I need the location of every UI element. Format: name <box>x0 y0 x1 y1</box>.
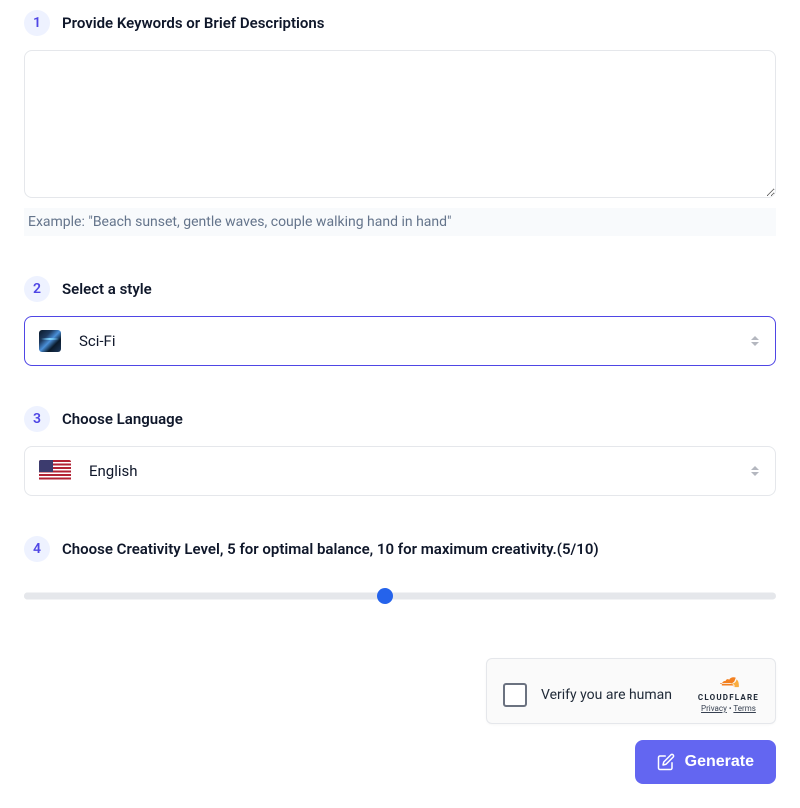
terms-link[interactable]: Terms <box>733 704 755 713</box>
keywords-example: Example: "Beach sunset, gentle waves, co… <box>24 208 776 236</box>
cloudflare-brand-text: CLOUDFLARE <box>698 693 759 702</box>
language-select-left: English <box>39 460 138 482</box>
cloudflare-links: Privacy • Terms <box>701 704 756 713</box>
step-1-label: Provide Keywords or Brief Descriptions <box>62 14 324 32</box>
generate-button-label: Generate <box>685 753 754 771</box>
generate-row: Generate <box>24 740 776 784</box>
slider-handle[interactable] <box>377 588 393 604</box>
style-thumbnail-icon <box>39 330 61 352</box>
step-4-label: Choose Creativity Level, 5 for optimal b… <box>62 540 599 558</box>
style-select[interactable]: Sci-Fi <box>24 316 776 366</box>
flag-us-icon <box>39 460 71 482</box>
captcha-row: Verify you are human CLOUDFLARE Privacy … <box>24 658 776 724</box>
captcha-widget: Verify you are human CLOUDFLARE Privacy … <box>486 658 776 724</box>
chevron-sort-icon <box>749 333 761 349</box>
step-4-number: 4 <box>24 536 50 562</box>
creativity-slider[interactable] <box>24 588 776 604</box>
cloudflare-brand: CLOUDFLARE Privacy • Terms <box>698 677 759 713</box>
step-3-number: 3 <box>24 406 50 432</box>
step-3-label: Choose Language <box>62 410 183 428</box>
step-4-header: 4 Choose Creativity Level, 5 for optimal… <box>24 536 776 562</box>
captcha-checkbox[interactable] <box>503 683 527 707</box>
edit-icon <box>657 753 675 771</box>
style-select-left: Sci-Fi <box>39 330 116 352</box>
step-1-number: 1 <box>24 10 50 36</box>
keywords-textarea-wrap <box>24 50 776 202</box>
step-3-header: 3 Choose Language <box>24 406 776 432</box>
keywords-textarea[interactable] <box>24 50 776 198</box>
privacy-link[interactable]: Privacy <box>701 704 727 713</box>
step-1-header: 1 Provide Keywords or Brief Descriptions <box>24 10 776 36</box>
captcha-label: Verify you are human <box>541 687 684 703</box>
step-2-header: 2 Select a style <box>24 276 776 302</box>
language-select-value: English <box>89 462 138 480</box>
chevron-sort-icon <box>749 463 761 479</box>
step-2-label: Select a style <box>62 280 152 298</box>
cloudflare-logo-icon <box>712 677 744 691</box>
style-select-value: Sci-Fi <box>79 332 116 350</box>
slider-track-fill <box>24 593 385 600</box>
generate-button[interactable]: Generate <box>635 740 776 784</box>
step-2-number: 2 <box>24 276 50 302</box>
language-select[interactable]: English <box>24 446 776 496</box>
